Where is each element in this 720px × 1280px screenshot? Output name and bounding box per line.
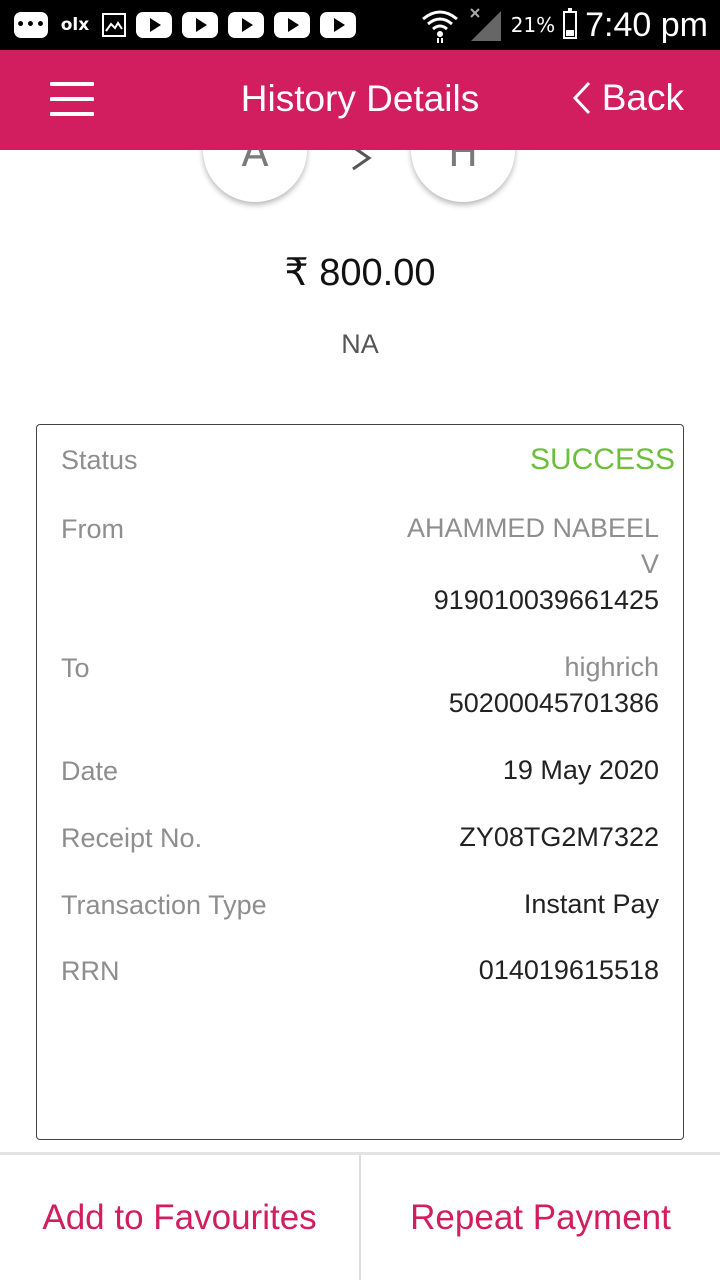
bottom-action-bar: Add to Favourites Repeat Payment xyxy=(0,1152,720,1280)
transaction-type-label: Transaction Type xyxy=(61,890,267,920)
repeat-payment-button[interactable]: Repeat Payment xyxy=(361,1155,720,1280)
back-label: Back xyxy=(601,77,684,118)
to-label: To xyxy=(61,653,90,683)
rrn-label: RRN xyxy=(61,956,120,986)
receipt-value: ZY08TG2M7322 xyxy=(459,822,659,852)
from-account: 919010039661425 xyxy=(433,585,659,615)
youtube-icon xyxy=(228,12,264,38)
transaction-amount: ₹ 800.00 xyxy=(284,252,436,294)
battery-icon xyxy=(563,8,578,39)
youtube-icon xyxy=(136,12,172,38)
from-name-line1: AHAMMED NABEEL xyxy=(406,513,659,543)
youtube-icon xyxy=(182,12,218,38)
receipt-label: Receipt No. xyxy=(61,823,203,853)
messages-icon: ••• xyxy=(14,12,48,38)
status-badge: SUCCESS xyxy=(529,443,675,476)
youtube-icon xyxy=(320,12,356,38)
from-label: From xyxy=(61,514,124,544)
to-account: 50200045701386 xyxy=(448,688,659,718)
clock: 7:40 pm xyxy=(585,5,708,44)
signal-icon xyxy=(469,8,501,41)
details-card: Status SUCCESS From AHAMMED NABEEL V 919… xyxy=(36,424,684,1140)
transaction-type-value: Instant Pay xyxy=(523,889,659,919)
date-label: Date xyxy=(61,756,119,786)
youtube-icon xyxy=(274,12,310,38)
add-to-favourites-button[interactable]: Add to Favourites xyxy=(0,1155,361,1280)
chevron-left-icon xyxy=(572,81,590,115)
status-bar: ••• olx 21% 7:40 pm xyxy=(0,0,720,50)
battery-percent: 21% xyxy=(510,13,556,37)
gallery-icon xyxy=(102,13,126,37)
app-bar: History Details Back xyxy=(0,50,720,150)
status-label: Status xyxy=(61,445,138,475)
wifi-icon xyxy=(421,10,458,43)
from-name-line2: V xyxy=(640,549,659,579)
date-value: 19 May 2020 xyxy=(502,755,659,785)
olx-icon: olx xyxy=(60,15,90,35)
to-name: highrich xyxy=(564,652,659,682)
rrn-value: 014019615518 xyxy=(478,955,659,985)
back-button[interactable]: Back xyxy=(572,77,684,119)
transaction-remark: NA xyxy=(341,329,379,359)
